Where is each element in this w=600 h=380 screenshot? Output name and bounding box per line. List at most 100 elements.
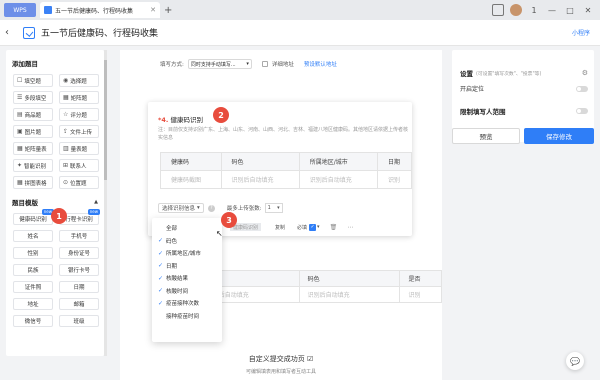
question-type-icon: ▥ — [63, 145, 69, 152]
question-type-button[interactable]: ▦ 拼图表格 — [13, 176, 53, 189]
menu-item[interactable]: 全部 — [152, 222, 222, 235]
menu-item[interactable]: 接种疫苗时间 — [152, 310, 222, 323]
gear-icon[interactable]: ⚙ — [582, 69, 588, 77]
more-icon[interactable]: ⋯ — [347, 224, 353, 231]
help-icon[interactable]: ? — [207, 204, 215, 212]
template-label: 日期 — [73, 285, 85, 291]
question-type-button[interactable]: ☆ 评分题 — [59, 108, 99, 121]
template-label: 姓名 — [27, 234, 39, 240]
tablet-mode-icon[interactable] — [492, 4, 504, 16]
limit-toggle[interactable] — [576, 108, 588, 114]
title-bar: WPS 五一节后健康码、行程码收集 ✕ + 1 — □ ✕ — [0, 0, 600, 20]
menu-item[interactable]: ✓ 核酸结果 — [152, 272, 222, 285]
delete-icon[interactable]: 🗑 — [330, 224, 338, 231]
template-button[interactable]: 微信号 — [13, 315, 53, 327]
template-label: 班级 — [73, 319, 85, 325]
question-type-button[interactable]: ✦ 智能识别 — [13, 159, 53, 172]
settings-title: 设置 — [460, 70, 473, 78]
template-button[interactable]: 邮箱 — [59, 298, 99, 310]
menu-item[interactable]: ✓ 日期 — [152, 260, 222, 273]
template-button[interactable]: 健康码识别 new — [13, 209, 54, 225]
question-type-button[interactable]: ▥ 量表题 — [59, 142, 99, 155]
template-button[interactable]: 手机号 — [59, 230, 99, 242]
question-type-grid: ☐ 填空题 ◉ 选择题 ☰ 多段填空 ▦ 矩阵题 ▤ 商品题 ☆ 评分题 ▣ 图片题 ⇪ 文件上传 ▦ 矩阵量表 ▥… — [6, 68, 104, 189]
avatar[interactable] — [510, 4, 522, 16]
custom-success-page-hint: 可编辑填表用和填写者互动工具 — [245, 369, 316, 375]
step-badge-1: 1 — [51, 208, 67, 224]
chevron-down-icon[interactable]: ▾ — [317, 224, 320, 230]
close-window-button[interactable]: ✕ — [582, 4, 594, 16]
question-type-icon: ▦ — [17, 179, 23, 186]
menu-item[interactable]: ✓ 码色 — [152, 235, 222, 248]
question-card[interactable]: *4. 健康码识别 注：目前仅支持识别广东、上海、山东、河南、山西、河北、吉林、… — [148, 102, 412, 236]
menu-item[interactable]: ✓ 所属地区/城市 — [152, 247, 222, 260]
max-upload-select[interactable]: 1 ▾ — [264, 203, 283, 213]
template-label: 身份证号 — [67, 251, 90, 257]
fill-mode-select[interactable]: 同时支持手动填写... ▾ — [187, 59, 252, 69]
form-doc-icon — [44, 6, 52, 14]
restore-count-button[interactable]: 1 — [528, 4, 540, 16]
save-button[interactable]: 保存修改 — [524, 128, 594, 144]
template-button[interactable]: 日期 — [59, 281, 99, 293]
question-type-label: 量表题 — [70, 146, 88, 153]
table-header: 码色 — [220, 152, 300, 171]
template-button[interactable]: 民族 — [13, 264, 53, 276]
recognition-info-label: 选择识别信息 — [162, 206, 196, 212]
question-type-icon: ☆ — [63, 111, 69, 118]
template-button[interactable]: 地址 — [13, 298, 53, 310]
question-description[interactable]: 注：目前仅支持识别广东、上海、山东、河南、山西、河北、吉林、福建八地区健康码。其… — [158, 126, 408, 142]
question-type-button[interactable]: ⇪ 文件上传 — [59, 125, 99, 138]
question-title-text[interactable]: 健康码识别 — [170, 116, 203, 124]
question-type-icon: ☰ — [17, 94, 23, 101]
template-button[interactable]: 姓名 — [13, 230, 53, 242]
question-type-button[interactable]: ▦ 矩阵量表 — [13, 142, 53, 155]
minimize-button[interactable]: — — [546, 4, 558, 16]
chat-icon[interactable]: 💬 — [566, 352, 584, 370]
question-type-button[interactable]: ⊞ 联系人 — [59, 159, 99, 172]
question-type-button[interactable]: ▣ 图片题 — [13, 125, 53, 138]
question-number: *4. — [158, 116, 169, 124]
menu-item-label: 疫苗接种次数 — [166, 301, 200, 308]
menu-item[interactable]: ✓ 核酸时间 — [152, 285, 222, 298]
question-type-button[interactable]: ⊙ 位置题 — [59, 176, 99, 189]
question-type-button[interactable]: ▦ 矩阵题 — [59, 91, 99, 104]
recognition-info-dropdown[interactable]: 选择识别信息 ▾ — [158, 203, 204, 213]
template-button[interactable]: 班级 — [59, 315, 99, 327]
question-type-label: 填空题 — [24, 78, 41, 85]
collapse-arrow-icon[interactable]: ▲ — [94, 199, 98, 205]
template-label: 银行卡号 — [67, 268, 90, 274]
custom-success-page-link[interactable]: 自定义提交成功页 ☑ — [120, 354, 442, 364]
question-type-button[interactable]: ◉ 选择题 — [59, 74, 99, 87]
menu-item[interactable]: ✓ 疫苗接种次数 — [152, 297, 222, 310]
palette-scrollbar-thumb[interactable] — [104, 60, 107, 180]
question-type-button[interactable]: ▤ 商品题 — [13, 108, 53, 121]
table-cell: 识别后自动填充 — [298, 170, 379, 189]
template-label: 微信号 — [24, 319, 42, 325]
location-row: 开启定位 — [460, 84, 588, 93]
question-type-button[interactable]: ☐ 填空题 — [13, 74, 53, 87]
wps-home-tab[interactable]: WPS — [4, 3, 36, 17]
max-upload-value: 1 — [267, 205, 271, 211]
detail-address-checkbox[interactable] — [261, 61, 268, 67]
close-tab-icon[interactable]: ✕ — [150, 6, 156, 14]
template-label: 健康码识别 — [19, 217, 47, 223]
template-button[interactable]: 银行卡号 — [59, 264, 99, 276]
maximize-button[interactable]: □ — [564, 4, 576, 16]
required-checkbox[interactable]: ✓ — [309, 223, 317, 231]
question-type-button[interactable]: ☰ 多段填空 — [13, 91, 53, 104]
template-button[interactable]: 性别 — [13, 247, 53, 259]
copy-button[interactable]: 复制 — [275, 224, 285, 231]
menu-item-label: 核酸时间 — [166, 288, 189, 295]
document-tab[interactable]: 五一节后健康码、行程码收集 ✕ — [40, 2, 160, 18]
back-arrow-icon[interactable]: ‹ — [5, 27, 19, 38]
mini-program-link[interactable]: 小程序 — [572, 28, 590, 37]
template-button[interactable]: 身份证号 — [59, 247, 99, 259]
preset-address-link[interactable]: 预设默认地址 — [304, 60, 337, 68]
preview-button[interactable]: 预览 — [452, 128, 520, 144]
window-controls: 1 — □ ✕ — [492, 4, 600, 16]
location-toggle[interactable] — [576, 85, 588, 92]
chevron-down-icon: ▾ — [197, 205, 200, 211]
new-tab-button[interactable]: + — [164, 5, 172, 16]
template-button[interactable]: 证件照 — [13, 281, 53, 293]
table-cell: 识别后自动填充 — [220, 170, 300, 189]
